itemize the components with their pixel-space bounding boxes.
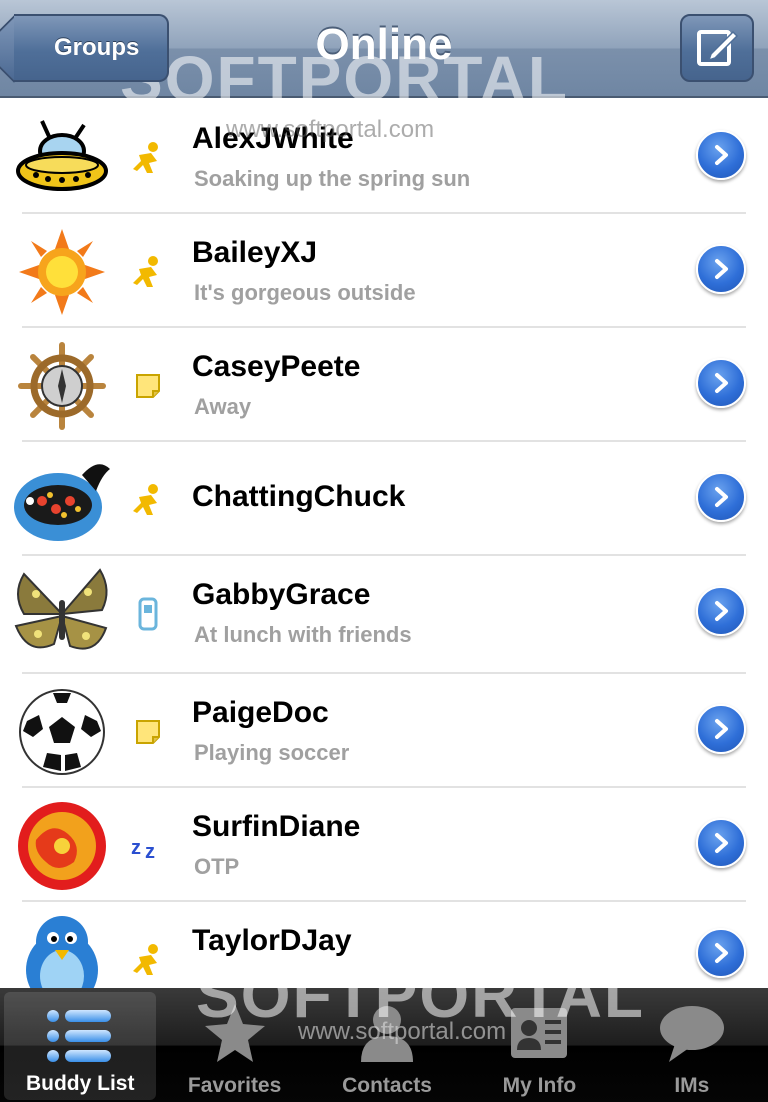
tab-label: Favorites <box>187 1074 282 1097</box>
list-item[interactable]: CaseyPeete Away <box>18 328 746 442</box>
butterfly-icon <box>10 568 114 660</box>
tab-bar: Buddy List Favorites Contacts My Info IM… <box>0 988 768 1102</box>
disclosure-button[interactable] <box>696 704 746 754</box>
buddy-status: OTP <box>194 854 240 879</box>
away-note-icon <box>130 714 166 750</box>
buddy-status: At lunch with friends <box>194 622 412 647</box>
buddy-status: Away <box>194 394 252 419</box>
buddy-name: ChattingChuck <box>192 480 406 513</box>
buddy-name: TaylorDJay <box>192 924 352 957</box>
sun-icon <box>10 226 114 318</box>
online-runner-icon <box>130 482 166 518</box>
list-icon <box>47 1010 112 1062</box>
buddy-status: It's gorgeous outside <box>194 280 416 305</box>
buddy-name: BaileyXJ <box>192 236 318 269</box>
buddy-status: Playing soccer <box>194 740 350 765</box>
disclosure-button[interactable] <box>696 586 746 636</box>
navigation-bar: Groups Online <box>0 0 768 98</box>
penguin-icon <box>10 914 114 988</box>
speech-bubble-icon <box>659 1006 724 1062</box>
back-button-label: Groups <box>54 34 140 61</box>
list-item[interactable]: AlexJWhite Soaking up the spring sun <box>16 100 746 214</box>
chevron-right-icon <box>715 145 728 165</box>
list-item[interactable]: z z SurfinDiane OTP <box>18 788 746 902</box>
chevron-right-icon <box>715 719 728 739</box>
list-item[interactable]: ChattingChuck <box>14 442 746 556</box>
online-runner-icon <box>130 254 166 290</box>
list-item[interactable]: GabbyGrace At lunch with friends <box>14 556 746 674</box>
buddy-name: CaseyPeete <box>192 350 361 383</box>
tab-ims[interactable]: IMs <box>616 988 768 1102</box>
disclosure-button[interactable] <box>696 358 746 408</box>
mobile-phone-icon <box>130 596 166 632</box>
ufo-icon <box>10 112 114 204</box>
fish-icon <box>10 454 114 546</box>
online-runner-icon <box>130 140 166 176</box>
buddy-status: Soaking up the spring sun <box>194 166 471 191</box>
tab-label: My Info <box>502 1074 577 1097</box>
buddy-list: AlexJWhite Soaking up the spring sun Bai… <box>0 100 768 988</box>
chevron-right-icon <box>715 487 728 507</box>
buddy-name: PaigeDoc <box>192 696 329 729</box>
red-flower-icon <box>10 800 114 892</box>
idle-zz-icon: z z <box>130 828 166 864</box>
buddy-name: GabbyGrace <box>192 578 371 611</box>
list-item[interactable]: TaylorDJay <box>22 902 746 988</box>
tab-label: Contacts <box>342 1074 432 1097</box>
svg-text:z: z <box>131 837 141 859</box>
star-icon <box>204 1004 265 1062</box>
tab-my-info[interactable]: My Info <box>463 988 615 1102</box>
list-item[interactable]: PaigeDoc Playing soccer <box>19 674 746 788</box>
chevron-right-icon <box>715 833 728 853</box>
person-icon <box>361 1006 414 1062</box>
buddy-name: SurfinDiane <box>192 810 361 843</box>
tab-label: Buddy List <box>25 1072 135 1095</box>
chevron-right-icon <box>715 943 728 963</box>
tab-favorites[interactable]: Favorites <box>158 988 310 1102</box>
compose-button[interactable] <box>680 14 754 82</box>
disclosure-button[interactable] <box>696 244 746 294</box>
svg-text:z: z <box>145 841 155 860</box>
tab-buddy-list[interactable]: Buddy List <box>4 992 157 1100</box>
back-button-groups[interactable]: Groups <box>14 14 169 82</box>
list-item[interactable]: BaileyXJ It's gorgeous outside <box>19 214 746 328</box>
tab-contacts[interactable]: Contacts <box>311 988 463 1102</box>
disclosure-button[interactable] <box>696 130 746 180</box>
disclosure-button[interactable] <box>696 472 746 522</box>
online-runner-icon <box>130 942 166 978</box>
compose-icon <box>697 30 739 66</box>
away-note-icon <box>130 368 166 404</box>
disclosure-button[interactable] <box>696 928 746 978</box>
id-card-icon <box>511 1008 568 1058</box>
chevron-right-icon <box>715 601 728 621</box>
soccer-ball-icon <box>10 686 114 778</box>
disclosure-button[interactable] <box>696 818 746 868</box>
ship-wheel-icon <box>10 340 114 432</box>
chevron-right-icon <box>715 259 728 279</box>
tab-label: IMs <box>674 1074 710 1097</box>
chevron-right-icon <box>715 373 728 393</box>
buddy-name: AlexJWhite <box>192 122 354 155</box>
